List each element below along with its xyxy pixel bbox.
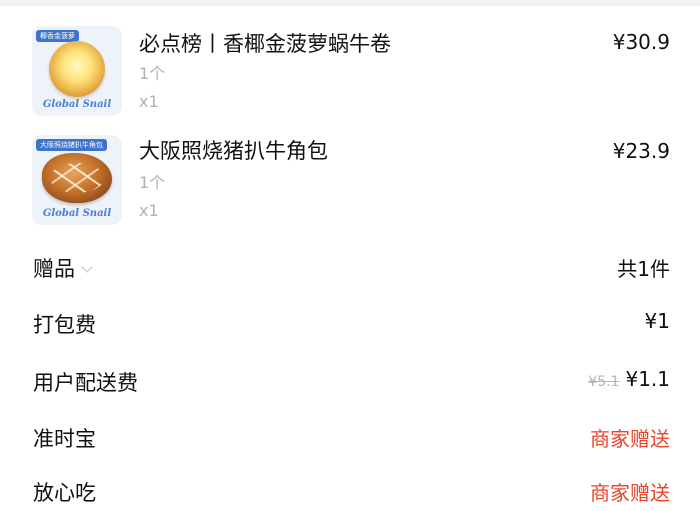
item-quantity: x1 <box>139 201 159 220</box>
item-price: ¥23.9 <box>612 139 670 163</box>
item-spec: 1个 <box>139 173 166 192</box>
croissant-image <box>42 153 112 203</box>
item-spec: 1个 <box>139 64 166 83</box>
order-item-1[interactable]: 椰香金菠萝 Global Snail 必点榜丨香椰金菠萝蜗牛卷 1个 x1 ¥3… <box>0 18 700 128</box>
packing-fee-label: 打包费 <box>33 313 96 337</box>
packing-fee-row: 打包费 ¥1 <box>0 299 700 349</box>
item-thumbnail[interactable]: 椰香金菠萝 Global Snail <box>32 26 122 116</box>
delivery-fee-value-group: ¥5.1 ¥1.1 <box>588 367 670 391</box>
item-name: 必点榜丨香椰金菠萝蜗牛卷 <box>139 32 391 56</box>
original-delivery-fee: ¥5.1 <box>588 374 620 390</box>
on-time-value: 商家赠送 <box>590 427 670 451</box>
packing-fee-value: ¥1 <box>644 309 670 333</box>
delivery-fee-value: ¥1.1 <box>625 367 670 391</box>
on-time-row: 准时宝 商家赠送 <box>0 413 700 463</box>
order-detail-page: 椰香金菠萝 Global Snail 必点榜丨香椰金菠萝蜗牛卷 1个 x1 ¥3… <box>0 0 700 511</box>
gift-count: 共1件 <box>617 257 670 281</box>
item-quantity: x1 <box>139 92 159 111</box>
on-time-label: 准时宝 <box>33 427 96 451</box>
brand-logo: Global Snail <box>42 208 112 219</box>
gift-row[interactable]: 赠品 共1件 <box>0 243 700 293</box>
egg-tart-image <box>49 41 105 97</box>
thumbnail-tag: 椰香金菠萝 <box>36 30 79 42</box>
item-price: ¥30.9 <box>612 30 670 54</box>
delivery-fee-row: 用户配送费 ¥5.1 ¥1.1 <box>0 357 700 407</box>
order-item-2[interactable]: 大阪照烧猪扒牛角包 Global Snail 大阪照烧猪扒牛角包 1个 x1 ¥… <box>0 127 700 237</box>
chevron-down-icon[interactable] <box>81 261 93 273</box>
gift-label: 赠品 <box>33 253 93 283</box>
safe-eat-label: 放心吃 <box>33 481 96 505</box>
safe-eat-row: 放心吃 商家赠送 <box>0 467 700 511</box>
safe-eat-value: 商家赠送 <box>590 481 670 505</box>
brand-logo: Global Snail <box>42 99 112 110</box>
top-divider <box>0 0 700 6</box>
delivery-fee-label: 用户配送费 <box>33 371 138 395</box>
item-name: 大阪照烧猪扒牛角包 <box>139 139 328 163</box>
gift-label-text: 赠品 <box>33 257 75 281</box>
thumbnail-tag: 大阪照烧猪扒牛角包 <box>36 139 107 151</box>
item-thumbnail[interactable]: 大阪照烧猪扒牛角包 Global Snail <box>32 135 122 225</box>
